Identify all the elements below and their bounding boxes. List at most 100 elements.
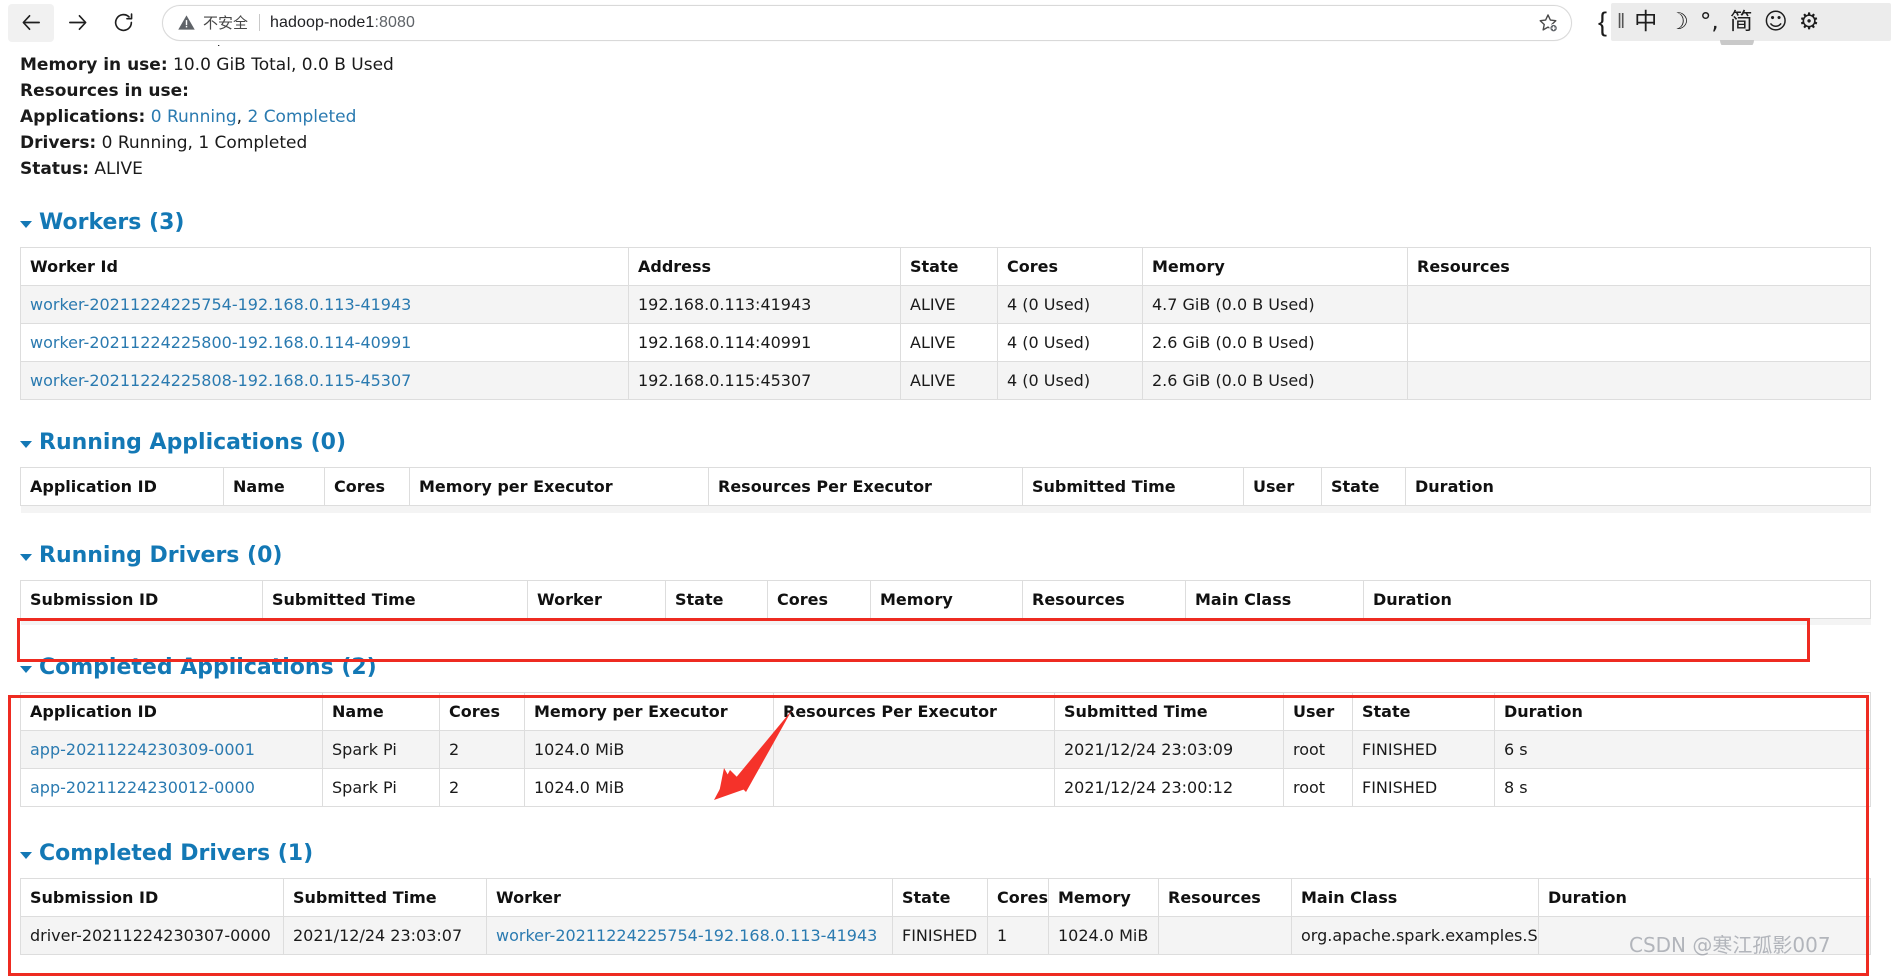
address-bar[interactable]: 不安全 hadoop-node1:8080 — [162, 4, 1572, 41]
applications-completed-link[interactable]: 2 Completed — [247, 107, 356, 127]
url-host: hadoop-node1 — [270, 13, 375, 31]
ime-moon-icon[interactable]: ☽ — [1668, 10, 1689, 34]
worker-state: ALIVE — [900, 361, 998, 400]
worker-id-link[interactable]: worker-20211224225800-192.168.0.114-4099… — [30, 333, 411, 352]
reload-button[interactable] — [100, 4, 146, 42]
runapp-col-resources-per-executor[interactable]: Resources Per Executor — [708, 467, 1023, 506]
running-drivers-section-header[interactable]: Running Drivers (0) — [20, 543, 1871, 568]
workers-col-address[interactable]: Address — [628, 247, 901, 286]
runapp-col-memory-per-executor[interactable]: Memory per Executor — [409, 467, 709, 506]
rundrv-col-worker[interactable]: Worker — [527, 579, 666, 619]
rundrv-col-submission-id[interactable]: Submission ID — [20, 579, 263, 619]
compdrv-col-resources[interactable]: Resources — [1158, 878, 1292, 917]
compapp-col-resources-per-executor[interactable]: Resources Per Executor — [773, 692, 1055, 731]
completed-drivers-section-title: Completed Drivers (1) — [39, 841, 314, 866]
ime-emoji-icon[interactable]: ☺ — [1764, 10, 1788, 34]
application-id-link[interactable]: app-20211224230309-0001 — [30, 740, 255, 759]
workers-col-state[interactable]: State — [900, 247, 998, 286]
application-memory-per-executor: 1024.0 MiB — [524, 730, 774, 769]
driver-duration — [1538, 916, 1871, 955]
rundrv-col-submitted-time[interactable]: Submitted Time — [262, 579, 528, 619]
compapp-col-cores[interactable]: Cores — [439, 692, 525, 731]
caret-down-icon[interactable] — [20, 441, 32, 448]
caret-down-icon[interactable] — [20, 221, 32, 228]
runapp-col-user[interactable]: User — [1243, 467, 1322, 506]
driver-resources — [1158, 916, 1292, 955]
compapp-col-duration[interactable]: Duration — [1494, 692, 1871, 731]
compdrv-col-submitted-time[interactable]: Submitted Time — [283, 878, 487, 917]
caret-down-icon[interactable] — [20, 666, 32, 673]
bookmark-button[interactable] — [1531, 6, 1565, 40]
driver-worker-link[interactable]: worker-20211224225754-192.168.0.113-4194… — [496, 926, 877, 945]
runapp-col-cores[interactable]: Cores — [324, 467, 410, 506]
ime-grip-icon[interactable]: ‖ — [1617, 11, 1625, 34]
application-cores: 2 — [439, 768, 525, 807]
drivers-row: Drivers: 0 Running, 1 Completed — [20, 130, 1871, 156]
compdrv-col-submission-id[interactable]: Submission ID — [20, 878, 284, 917]
ime-panel[interactable]: ‖ 中 ☽ °, 简 ☺ ⚙ — [1611, 3, 1891, 41]
application-user: root — [1283, 730, 1353, 769]
rundrv-col-resources[interactable]: Resources — [1022, 579, 1186, 619]
compdrv-col-worker[interactable]: Worker — [486, 878, 893, 917]
compdrv-col-cores[interactable]: Cores — [987, 878, 1049, 917]
ime-drag-handle[interactable]: { — [1598, 7, 1607, 38]
compdrv-col-main-class[interactable]: Main Class — [1291, 878, 1539, 917]
compapp-col-name[interactable]: Name — [322, 692, 440, 731]
runapp-col-duration[interactable]: Duration — [1405, 467, 1871, 506]
applications-running-link[interactable]: 0 Running — [151, 107, 237, 127]
workers-section-header[interactable]: Workers (3) — [20, 210, 1871, 235]
compdrv-col-duration[interactable]: Duration — [1538, 878, 1871, 917]
workers-col-cores[interactable]: Cores — [997, 247, 1143, 286]
compdrv-col-memory[interactable]: Memory — [1048, 878, 1159, 917]
compdrv-col-state[interactable]: State — [892, 878, 988, 917]
driver-memory: 1024.0 MiB — [1048, 916, 1159, 955]
ime-mode-chinese-icon[interactable]: 中 — [1634, 10, 1657, 34]
caret-down-icon[interactable] — [20, 852, 32, 859]
workers-col-worker-id[interactable]: Worker Id — [20, 247, 629, 286]
ime-settings-icon[interactable]: ⚙ — [1799, 10, 1820, 34]
completed-applications-section-header[interactable]: Completed Applications (2) — [20, 655, 1871, 680]
running-applications-section-header[interactable]: Running Applications (0) — [20, 430, 1871, 455]
workers-col-resources[interactable]: Resources — [1407, 247, 1871, 286]
resources-in-use-label: Resources in use: — [20, 81, 189, 101]
worker-id-link[interactable]: worker-20211224225808-192.168.0.115-4530… — [30, 371, 411, 390]
completed-drivers-section-header[interactable]: Completed Drivers (1) — [20, 841, 1871, 866]
runapp-col-submitted-time[interactable]: Submitted Time — [1022, 467, 1244, 506]
drivers-label: Drivers: — [20, 133, 97, 153]
runapp-col-name[interactable]: Name — [223, 467, 325, 506]
back-button[interactable] — [8, 3, 54, 42]
ime-punctuation-icon[interactable]: °, — [1700, 10, 1719, 34]
ime-simplified-icon[interactable]: 简 — [1730, 10, 1753, 34]
worker-id-link[interactable]: worker-20211224225754-192.168.0.113-4194… — [30, 295, 411, 314]
forward-button[interactable] — [54, 4, 100, 42]
ime-toolbar[interactable]: { ‖ 中 ☽ °, 简 ☺ ⚙ — [1596, 0, 1891, 44]
applications-label: Applications: — [20, 107, 146, 127]
runapp-col-application-id[interactable]: Application ID — [20, 467, 224, 506]
driver-main-class: org.apache.spark.examples.SparkPi — [1291, 916, 1539, 955]
reload-icon — [114, 13, 132, 32]
application-id-link[interactable]: app-20211224230012-0000 — [30, 778, 255, 797]
rundrv-col-state[interactable]: State — [665, 579, 768, 619]
worker-cores: 4 (0 Used) — [997, 323, 1143, 362]
rundrv-col-main-class[interactable]: Main Class — [1185, 579, 1364, 619]
worker-memory: 2.6 GiB (0.0 B Used) — [1142, 323, 1408, 362]
runapp-col-state[interactable]: State — [1321, 467, 1406, 506]
compapp-col-memory-per-executor[interactable]: Memory per Executor — [524, 692, 774, 731]
spark-master-page: Cores in use: 12 Total, 0 Used Memory in… — [0, 45, 1891, 976]
caret-down-icon[interactable] — [20, 553, 32, 561]
application-submitted-time: 2021/12/24 23:00:12 — [1054, 768, 1284, 807]
rundrv-col-memory[interactable]: Memory — [870, 579, 1023, 619]
workers-col-memory[interactable]: Memory — [1142, 247, 1408, 286]
rundrv-col-cores[interactable]: Cores — [767, 579, 871, 619]
rundrv-col-duration[interactable]: Duration — [1363, 579, 1871, 619]
worker-state: ALIVE — [900, 285, 998, 324]
compapp-col-user[interactable]: User — [1283, 692, 1353, 731]
compapp-col-submitted-time[interactable]: Submitted Time — [1054, 692, 1284, 731]
compapp-col-application-id[interactable]: Application ID — [20, 692, 323, 731]
cores-in-use-row: Cores in use: 12 Total, 0 Used — [20, 45, 1871, 52]
application-name: Spark Pi — [322, 730, 440, 769]
compapp-col-state[interactable]: State — [1352, 692, 1495, 731]
table-row: app-20211224230012-0000 Spark Pi 2 1024.… — [20, 768, 1871, 807]
status-label: Status: — [20, 159, 89, 179]
worker-cores: 4 (0 Used) — [997, 361, 1143, 400]
